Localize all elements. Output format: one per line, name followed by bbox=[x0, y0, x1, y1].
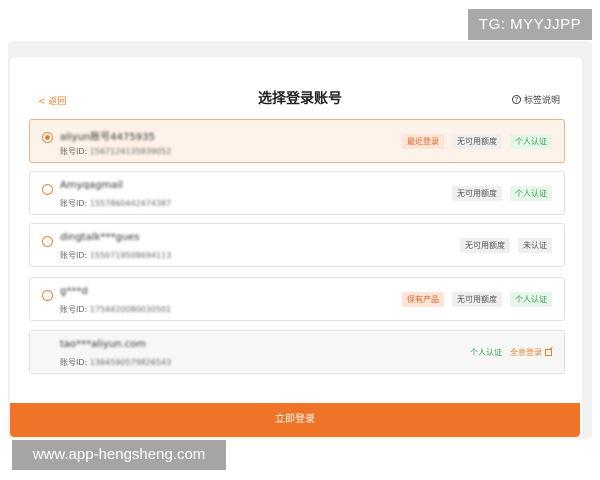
account-name: g***d bbox=[60, 286, 88, 297]
account-id-value: 1754420080030501 bbox=[89, 305, 172, 314]
account-row-1[interactable]: aliyun账号4475935 账号ID: 1567124135839052 最… bbox=[29, 119, 565, 163]
full-login-label: 全息登录 bbox=[510, 347, 542, 357]
account-id-label: 账号ID: bbox=[60, 147, 88, 156]
account-id-label: 账号ID: bbox=[60, 251, 88, 260]
account-row-2[interactable]: Amyqagmail 账号ID: 1557860442474387 无可用额度 … bbox=[29, 171, 565, 215]
full-login-link[interactable]: 全息登录 bbox=[510, 345, 552, 360]
account-id-label: 账号ID: bbox=[60, 199, 88, 208]
radio-unselected[interactable] bbox=[42, 236, 53, 247]
watermark-bottom: www.app-hengsheng.com bbox=[12, 440, 226, 470]
account-id: 账号ID: 1364590579826543 bbox=[60, 357, 171, 368]
radio-unselected[interactable] bbox=[42, 184, 53, 195]
account-id: 账号ID: 1557860442474387 bbox=[60, 198, 171, 209]
tag-no-quota: 无可用额度 bbox=[460, 237, 510, 253]
radio-selected[interactable] bbox=[42, 132, 53, 143]
external-link-icon bbox=[545, 348, 552, 356]
account-id: 账号ID: 1550719508694113 bbox=[60, 250, 171, 261]
tag-recent-login: 最近登录 bbox=[402, 133, 444, 149]
tag-unverified: 未认证 bbox=[518, 237, 552, 253]
account-row-3[interactable]: dingtalk***gues 账号ID: 1550719508694113 无… bbox=[29, 223, 565, 267]
account-id-label: 账号ID: bbox=[60, 305, 88, 314]
tag-help-link[interactable]: ? 标签说明 bbox=[511, 93, 560, 106]
tag-no-quota: 无可用额度 bbox=[452, 291, 502, 307]
tag-help-label: 标签说明 bbox=[523, 96, 560, 106]
radio-unselected[interactable] bbox=[42, 290, 53, 301]
tag-has-products: 保有产品 bbox=[402, 291, 444, 307]
tag-no-quota: 无可用额度 bbox=[452, 133, 502, 149]
account-name: dingtalk***gues bbox=[60, 232, 140, 243]
page-title: 选择登录账号 bbox=[258, 91, 342, 107]
account-id: 账号ID: 1754420080030501 bbox=[60, 304, 171, 315]
question-circle-icon: ? bbox=[511, 95, 521, 104]
account-name: Amyqagmail bbox=[60, 180, 123, 191]
account-id-label: 账号ID: bbox=[60, 358, 88, 367]
account-id-value: 1567124135839052 bbox=[89, 147, 172, 156]
watermark-top: TG: MYYJJPP bbox=[468, 9, 592, 40]
account-row-5[interactable]: tao***aliyun.com 账号ID: 1364590579826543 … bbox=[29, 330, 565, 374]
account-id-value: 1364590579826543 bbox=[89, 358, 172, 367]
account-id-value: 1550719508694113 bbox=[89, 251, 172, 260]
tag-personal-verified: 个人认证 bbox=[470, 347, 502, 357]
account-name: tao***aliyun.com bbox=[60, 339, 146, 350]
login-now-button[interactable]: 立即登录 bbox=[10, 403, 580, 437]
tag-personal-verified: 个人认证 bbox=[510, 185, 552, 201]
account-row-4[interactable]: g***d 账号ID: 1754420080030501 保有产品 无可用额度 … bbox=[29, 277, 565, 321]
tag-personal-verified: 个人认证 bbox=[510, 291, 552, 307]
account-name: aliyun账号4475935 bbox=[60, 132, 155, 143]
account-id-value: 1557860442474387 bbox=[89, 199, 172, 208]
account-id: 账号ID: 1567124135839052 bbox=[60, 146, 171, 157]
tag-no-quota: 无可用额度 bbox=[452, 185, 502, 201]
tag-personal-verified: 个人认证 bbox=[510, 133, 552, 149]
